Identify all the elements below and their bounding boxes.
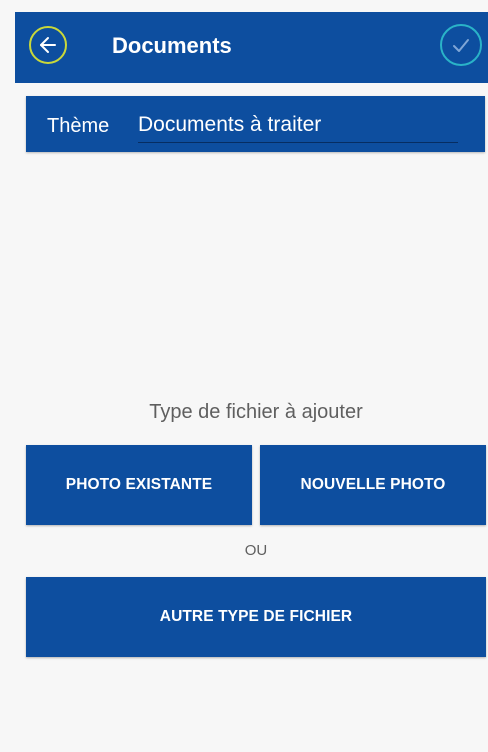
theme-input[interactable] [138,108,458,143]
confirm-button[interactable] [440,24,482,66]
new-photo-button[interactable]: NOUVELLE PHOTO [260,445,486,525]
or-separator: OU [244,542,268,559]
app-bar: Documents [15,12,488,83]
arrow-left-circle-icon [40,37,56,53]
page-title: Documents [112,33,232,58]
theme-label: Thème [47,115,110,137]
check-circle-icon [453,39,469,52]
file-type-prompt: Type de fichier à ajouter [149,401,363,423]
theme-bar: Thème [26,96,485,152]
other-file-type-button[interactable]: AUTRE TYPE DE FICHIER [26,577,486,657]
back-button[interactable] [29,26,67,64]
existing-photo-button[interactable]: PHOTO EXISTANTE [26,445,252,525]
